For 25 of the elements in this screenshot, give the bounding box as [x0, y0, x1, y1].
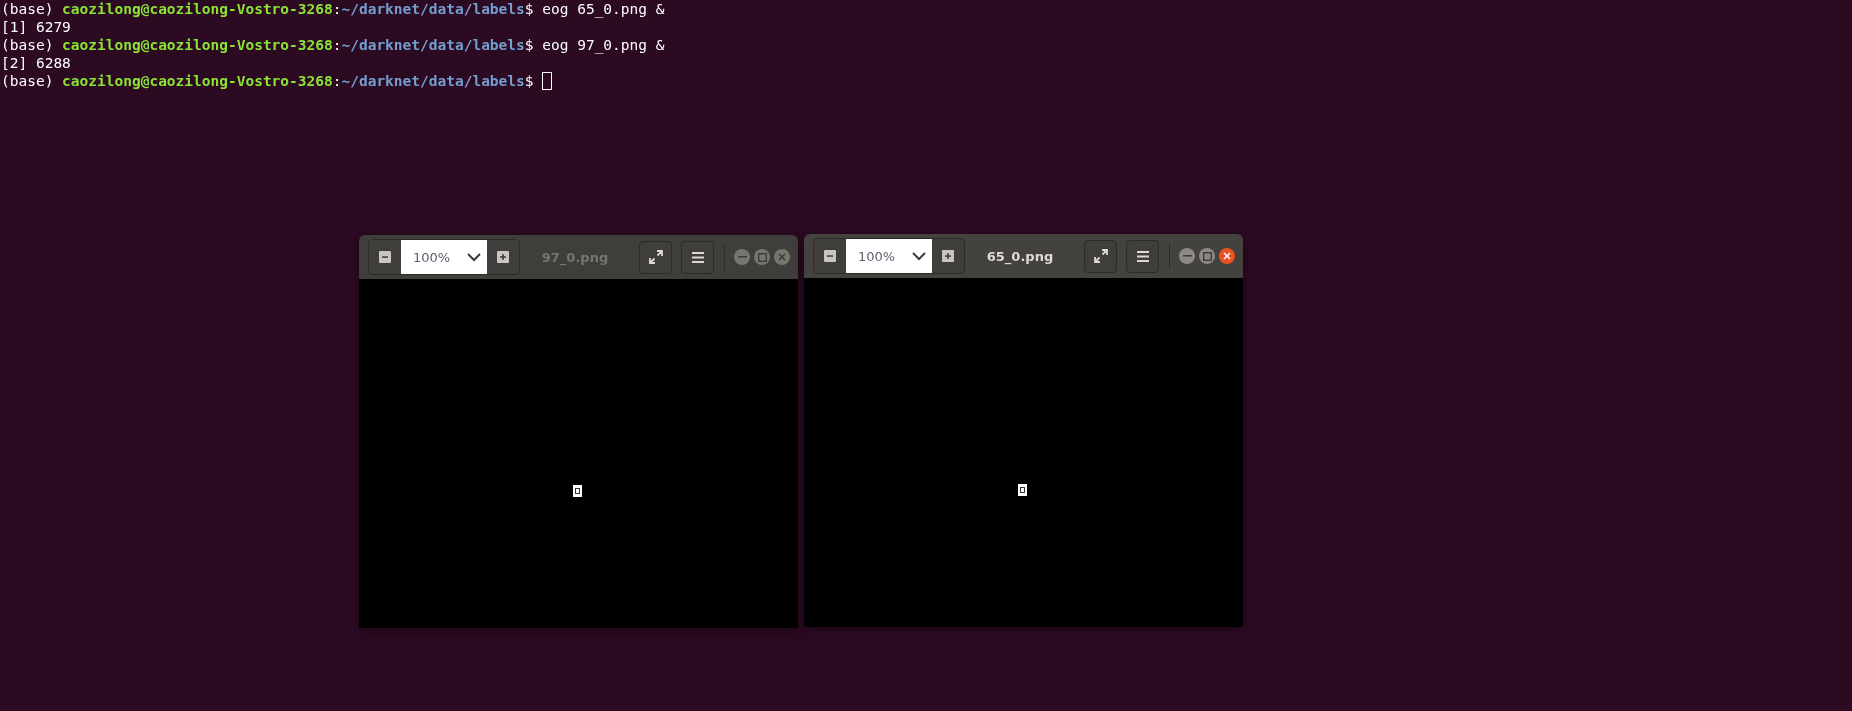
fullscreen-button[interactable] [1084, 239, 1117, 273]
menu-icon [1136, 250, 1149, 262]
menu-icon [691, 251, 704, 263]
close-icon [1223, 252, 1231, 260]
expand-arrows-icon [648, 250, 663, 264]
minimize-icon [1182, 255, 1192, 257]
close-button[interactable] [1219, 248, 1235, 264]
minimize-button[interactable] [734, 249, 750, 265]
terminal-line: (base) caozilong@caozilong-Vostro-3268:~/darknet/data/labels$ eog 97_0.png & [1, 36, 665, 54]
close-icon [778, 253, 786, 261]
fullscreen-button[interactable] [639, 240, 672, 274]
minimize-icon [737, 256, 747, 258]
menu-button[interactable] [1126, 239, 1159, 273]
terminal-line: [1] 6279 [1, 18, 71, 36]
window-title: 97_0.png [540, 249, 610, 265]
maximize-icon [757, 252, 767, 262]
terminal-line: (base) caozilong@caozilong-Vostro-3268:~/darknet/data/labels$ eog 65_0.png & [1, 0, 665, 18]
expand-arrows-icon [1093, 249, 1108, 263]
maximize-icon [1202, 251, 1212, 261]
terminal-line: (base) caozilong@caozilong-Vostro-3268:~/darknet/data/labels$ [1, 72, 535, 90]
minimize-button[interactable] [1179, 248, 1195, 264]
menu-button[interactable] [681, 240, 714, 274]
window-title: 65_0.png [985, 248, 1055, 264]
terminal-line: [2] 6288 [1, 54, 71, 72]
maximize-button[interactable] [754, 249, 770, 265]
